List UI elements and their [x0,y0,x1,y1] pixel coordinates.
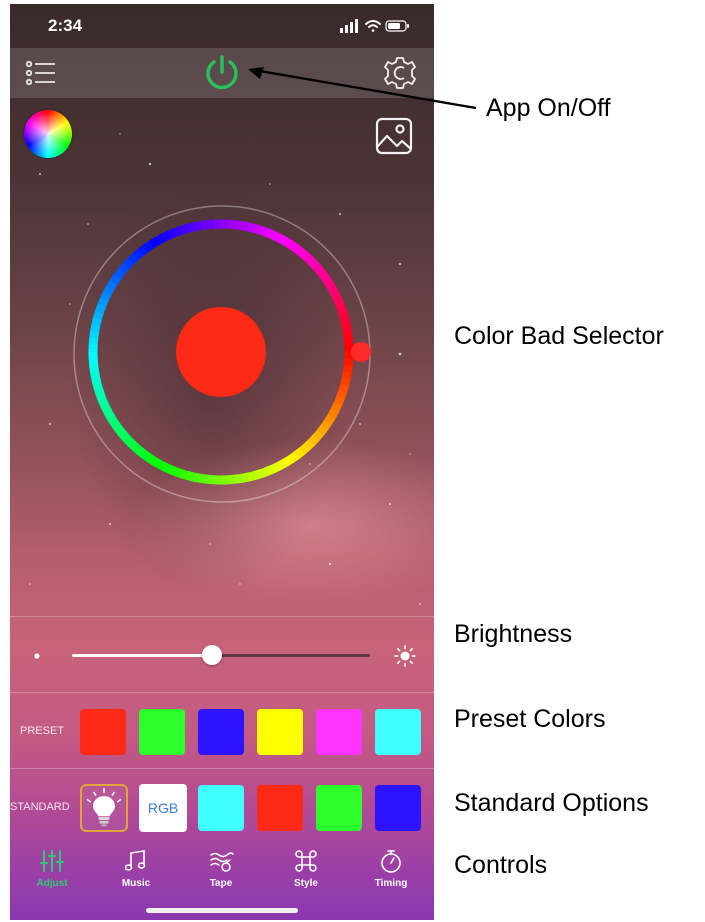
brightness-slider-thumb[interactable] [202,645,223,665]
tab-label: Timing [374,878,408,889]
standard-swatch-1[interactable] [198,785,244,831]
timer-icon [381,850,401,873]
brightness-low-icon [34,653,40,659]
image-icon[interactable] [374,116,414,156]
preset-swatch-5[interactable] [316,709,362,755]
annotation-app-onoff: App On/Off [486,94,611,122]
tab-label: Style [294,878,318,889]
brightness-high-icon [394,645,416,667]
selected-color-preview [176,307,266,397]
battery-icon [385,20,409,32]
standard-swatch-4[interactable] [375,785,421,831]
annotation-controls: Controls [454,851,548,879]
signal-icon [340,19,358,33]
preset-swatch-2[interactable] [139,709,185,755]
tab-style[interactable]: Style [270,848,342,896]
brightness-slider[interactable] [72,645,370,665]
tape-icon [210,852,234,872]
home-indicator [146,908,298,913]
sliders-icon [40,850,64,872]
wifi-icon [365,20,381,32]
tab-bar: Adjust Music Tape Style Timing [10,842,434,902]
tab-adjust[interactable]: Adjust [16,848,88,896]
annotation-standard-options: Standard Options [454,789,649,817]
hue-marker-handle[interactable] [351,342,371,362]
power-icon[interactable] [202,53,242,93]
preset-swatch-6[interactable] [375,709,421,755]
bulb-option-button[interactable] [80,784,128,832]
list-icon[interactable] [24,56,58,90]
status-time: 2:34 [48,16,83,35]
tab-label: Music [121,878,151,889]
rgb-label: RGB [147,800,179,816]
tab-label: Adjust [36,878,68,889]
phone-screen: 2:34 PRESET STANDARD RGB Adjust Music Ta… [10,4,434,920]
color-wheel-icon[interactable] [24,110,72,158]
annotation-preset-colors: Preset Colors [454,705,606,733]
preset-swatch-3[interactable] [198,709,244,755]
preset-swatch-1[interactable] [80,709,126,755]
status-bar: 2:34 [10,4,434,48]
preset-swatch-4[interactable] [257,709,303,755]
color-ring-selector[interactable] [72,204,372,504]
standard-swatch-2[interactable] [257,785,303,831]
standard-row: STANDARD RGB [10,768,434,844]
rgb-option-button[interactable]: RGB [139,784,187,832]
annotation-arrow [248,67,477,110]
brightness-row [10,616,434,692]
tab-timing[interactable]: Timing [355,848,427,896]
music-note-icon [124,850,146,871]
standard-label: STANDARD [10,801,70,813]
status-icons [340,19,409,33]
brightness-slider-fill [72,654,213,657]
standard-swatch-3[interactable] [316,785,362,831]
annotation-color-selector: Color Bad Selector [454,322,664,350]
tab-music[interactable]: Music [100,848,172,896]
tab-label: Tape [209,878,233,889]
bulb-icon [86,788,122,827]
preset-label: PRESET [20,725,65,737]
tab-tape[interactable]: Tape [185,848,257,896]
annotation-brightness: Brightness [454,620,573,648]
preset-row: PRESET [10,692,434,768]
command-icon [295,850,317,872]
